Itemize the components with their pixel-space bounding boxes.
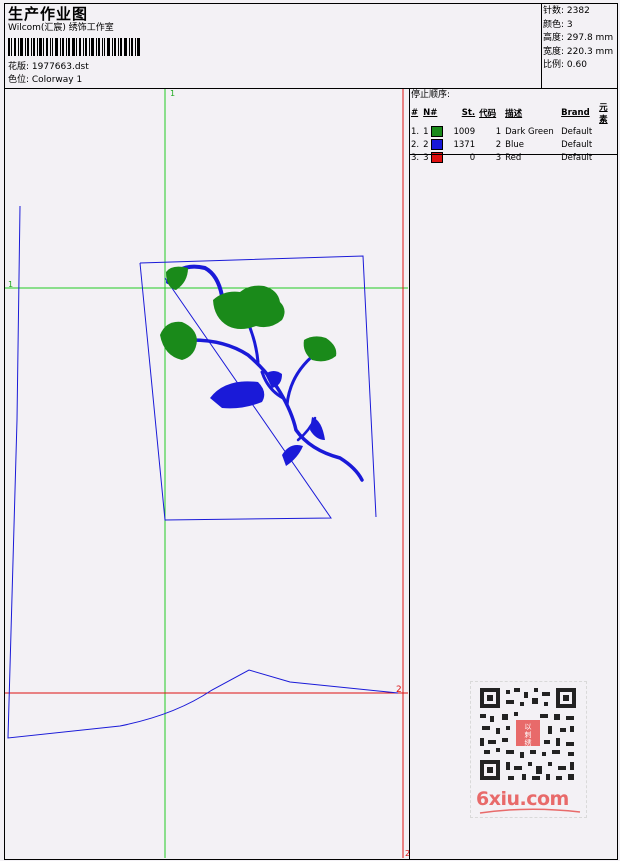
outer-jump-path — [7, 205, 399, 739]
svg-text:绣: 绣 — [525, 738, 532, 747]
marker-1-left: 1 — [8, 280, 13, 289]
marker-2-bottom: 2 — [405, 849, 410, 858]
svg-text:刺: 刺 — [525, 730, 532, 739]
green-flowers — [160, 266, 337, 362]
marker-1-top: 1 — [170, 89, 175, 98]
qr-code: 以 刺 绣 — [480, 688, 576, 780]
site-watermark-swoosh — [479, 808, 581, 814]
marker-2-right: 2 — [396, 685, 402, 695]
site-watermark-text: 6xiu.com — [476, 788, 569, 810]
svg-text:以: 以 — [525, 723, 532, 731]
